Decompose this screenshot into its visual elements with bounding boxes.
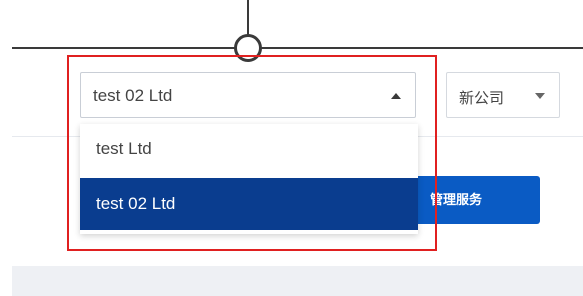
dropdown-option-test-ltd[interactable]: test Ltd (80, 124, 418, 174)
caret-down-icon (535, 93, 545, 99)
content-panel (12, 266, 583, 296)
callout-line-vertical (247, 0, 249, 36)
caret-up-icon (391, 93, 401, 99)
dropdown-option-test-02-ltd[interactable]: test 02 Ltd (80, 178, 418, 230)
organization-select-value: 新公司 (459, 90, 505, 107)
company-dropdown-menu: test Ltd test 02 Ltd (80, 124, 418, 234)
callout-marker-ring (234, 34, 262, 62)
company-select-value: test 02 Ltd (93, 86, 173, 105)
callout-line-horizontal (12, 47, 583, 49)
organization-select[interactable]: 新公司 (446, 72, 560, 118)
company-select[interactable]: test 02 Ltd (80, 72, 416, 118)
